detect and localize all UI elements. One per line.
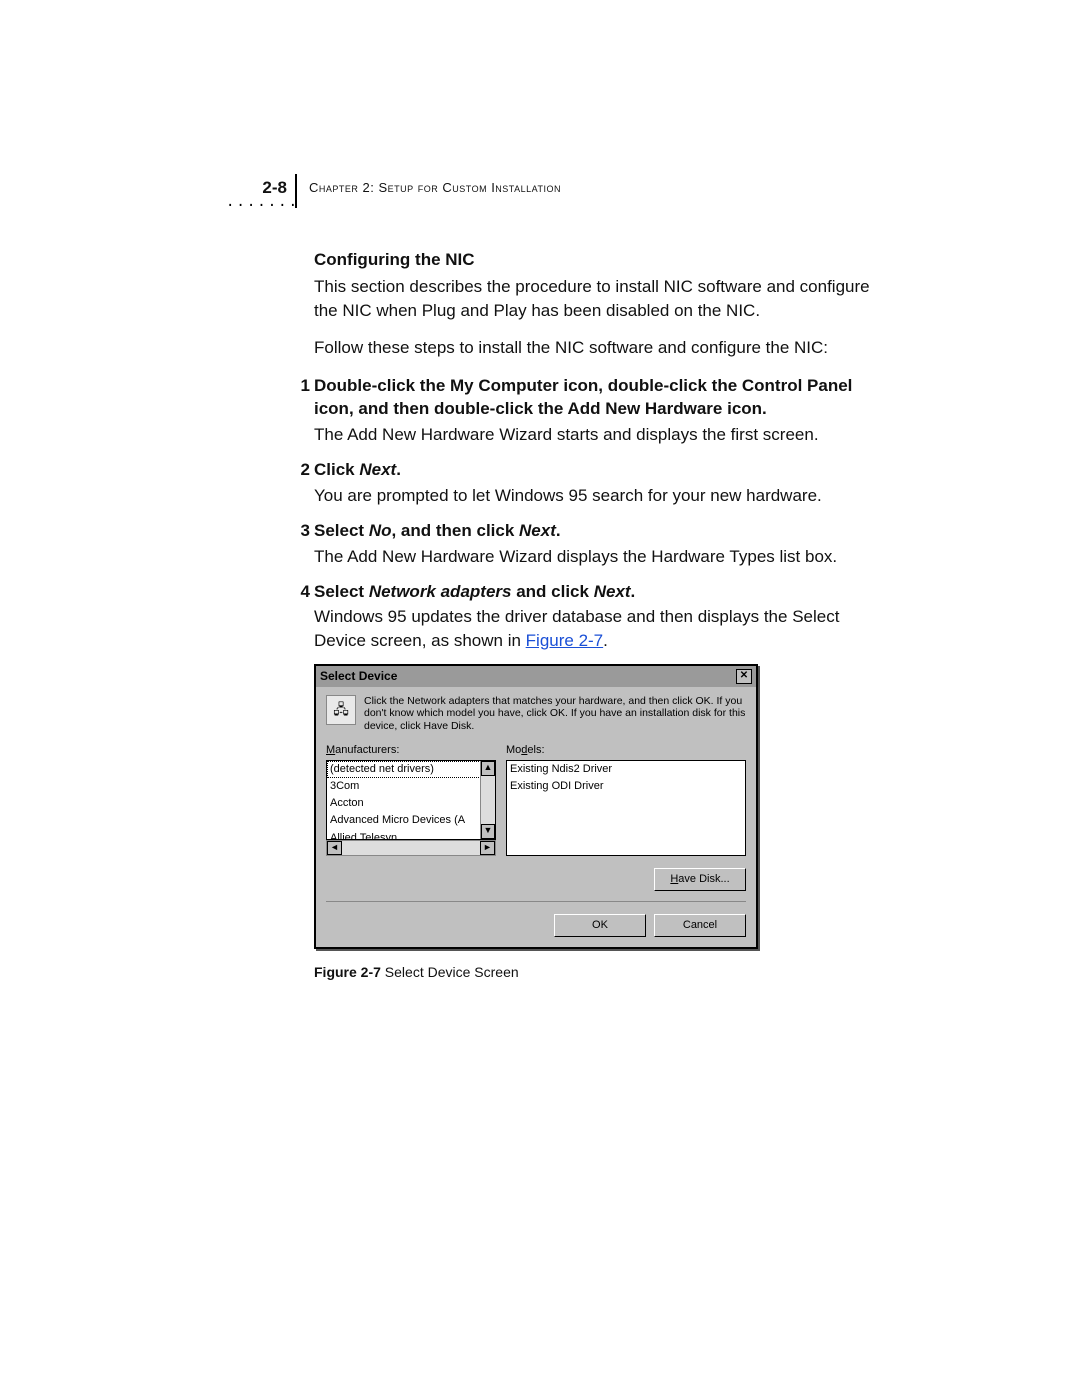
follow-paragraph: Follow these steps to install the NIC so… <box>314 336 874 359</box>
step-body: Windows 95 updates the driver database a… <box>314 605 874 652</box>
manufacturers-label: Manufacturers: <box>326 743 496 758</box>
step-number: 1 <box>290 374 310 397</box>
list-item[interactable]: Allied Telesyn <box>327 830 495 840</box>
section-heading: Configuring the NIC <box>314 248 874 271</box>
scroll-down-icon[interactable]: ▼ <box>481 824 495 839</box>
list-item[interactable]: Existing Ndis2 Driver <box>507 761 745 778</box>
dialog-description-row: 🖧 Click the Network adapters that matche… <box>326 695 746 733</box>
network-adapter-icon: 🖧 <box>326 695 356 725</box>
dialog-title-bar: Select Device ✕ <box>316 666 756 687</box>
close-icon[interactable]: ✕ <box>736 669 752 684</box>
step-heading: Select Network adapters and click Next. <box>314 580 874 603</box>
decorative-dots: ······· <box>226 198 299 214</box>
step-4: 4 Select Network adapters and click Next… <box>314 580 874 652</box>
step-heading: Double-click the My Computer icon, doubl… <box>314 374 874 421</box>
select-device-dialog: Select Device ✕ 🖧 Click the Network adap… <box>314 664 758 949</box>
step-body: The Add New Hardware Wizard starts and d… <box>314 423 874 446</box>
step-number: 3 <box>290 519 310 542</box>
step-body: The Add New Hardware Wizard displays the… <box>314 545 874 568</box>
cancel-button[interactable]: Cancel <box>654 914 746 937</box>
list-item[interactable]: (detected net drivers) <box>327 761 495 778</box>
list-item[interactable]: Advanced Micro Devices (A <box>327 812 495 829</box>
dialog-separator <box>326 901 746 902</box>
ok-button[interactable]: OK <box>554 914 646 937</box>
chapter-running-head: Chapter 2: Setup for Custom Installation <box>309 180 561 195</box>
step-body: You are prompted to let Windows 95 searc… <box>314 484 874 507</box>
figure-caption-text: Select Device Screen <box>381 964 519 980</box>
scroll-up-icon[interactable]: ▲ <box>481 761 495 776</box>
dialog-button-row: OK Cancel <box>326 914 746 937</box>
body-column: Configuring the NIC This section describ… <box>314 248 874 983</box>
have-disk-button[interactable]: Have Disk... <box>654 868 746 891</box>
manufacturers-column: Manufacturers: (detected net drivers) 3C… <box>326 743 496 856</box>
step-heading: Click Next. <box>314 458 874 481</box>
models-column: Models: Existing Ndis2 Driver Existing O… <box>506 743 746 856</box>
models-listbox[interactable]: Existing Ndis2 Driver Existing ODI Drive… <box>506 760 746 856</box>
step-heading: Select No, and then click Next. <box>314 519 874 542</box>
figure-number: Figure 2-7 <box>314 964 381 980</box>
chapter-label: Chapter 2: Setup for Custom Installation <box>309 180 561 195</box>
vertical-scrollbar[interactable]: ▲ ▼ <box>480 761 495 839</box>
list-item[interactable]: Accton <box>327 795 495 812</box>
dialog-body: 🖧 Click the Network adapters that matche… <box>316 687 756 947</box>
scroll-left-icon[interactable]: ◄ <box>327 841 342 855</box>
dialog-title-text: Select Device <box>320 668 397 685</box>
step-2: 2 Click Next. You are prompted to let Wi… <box>314 458 874 507</box>
have-disk-row: Have Disk... <box>326 868 746 891</box>
document-page: 2-8 Chapter 2: Setup for Custom Installa… <box>0 0 1080 1397</box>
horizontal-scrollbar[interactable]: ◄ ► <box>326 840 496 856</box>
manufacturers-listbox[interactable]: (detected net drivers) 3Com Accton Advan… <box>326 760 496 840</box>
step-1: 1 Double-click the My Computer icon, dou… <box>314 374 874 446</box>
page-number-text: 2-8 <box>262 178 287 197</box>
step-list: 1 Double-click the My Computer icon, dou… <box>314 374 874 653</box>
figure-caption: Figure 2-7 Select Device Screen <box>314 963 874 982</box>
list-item[interactable]: 3Com <box>327 778 495 795</box>
scroll-right-icon[interactable]: ► <box>480 841 495 855</box>
models-label: Models: <box>506 743 746 758</box>
figure-reference-link[interactable]: Figure 2-7 <box>526 631 603 650</box>
dialog-description: Click the Network adapters that matches … <box>364 695 746 733</box>
list-item[interactable]: Existing ODI Driver <box>507 778 745 795</box>
step-3: 3 Select No, and then click Next. The Ad… <box>314 519 874 568</box>
step-number: 4 <box>290 580 310 603</box>
intro-paragraph: This section describes the procedure to … <box>314 275 874 322</box>
step-number: 2 <box>290 458 310 481</box>
dialog-list-row: Manufacturers: (detected net drivers) 3C… <box>326 743 746 856</box>
